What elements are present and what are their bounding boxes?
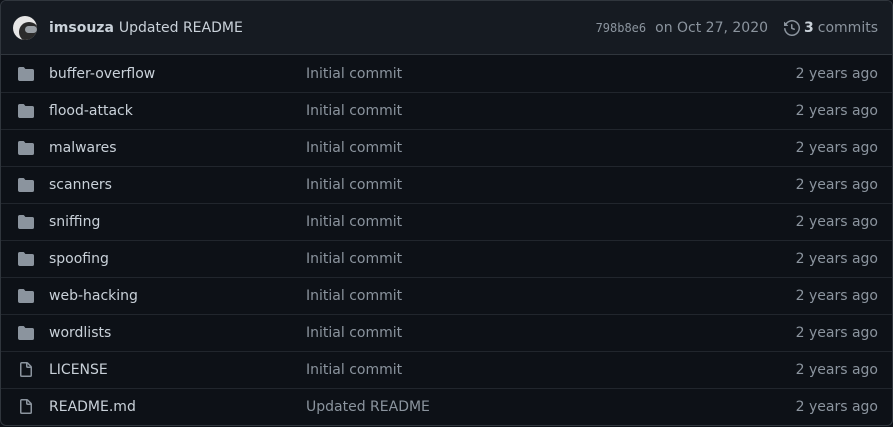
file-commit-age: 2 years ago: [795, 177, 878, 193]
file-commit-message-link[interactable]: Initial commit: [306, 66, 402, 82]
file-commit-message-link[interactable]: Initial commit: [306, 251, 402, 267]
file-row[interactable]: sniffing Initial commit 2 years ago: [1, 203, 892, 240]
folder-icon: [17, 177, 35, 193]
file-list: buffer-overflow Initial commit 2 years ago…: [1, 55, 892, 425]
file-commit-message-link[interactable]: Initial commit: [306, 288, 402, 304]
commit-author-link[interactable]: imsouza: [49, 20, 114, 36]
commit-count: 3: [804, 19, 814, 36]
file-commit-message-link[interactable]: Initial commit: [306, 177, 402, 193]
file-name-link[interactable]: LICENSE: [49, 362, 108, 378]
file-commit-age: 2 years ago: [795, 140, 878, 156]
file-commit-message-link[interactable]: Initial commit: [306, 140, 402, 156]
file-icon: [17, 362, 35, 378]
author-avatar[interactable]: [13, 15, 37, 40]
file-name-link[interactable]: wordlists: [49, 325, 111, 341]
commit-message-link[interactable]: Updated README: [119, 20, 243, 36]
file-name-link[interactable]: malwares: [49, 140, 117, 156]
file-icon: [17, 399, 35, 415]
folder-icon: [17, 214, 35, 230]
file-row[interactable]: README.md Updated README 2 years ago: [1, 388, 892, 425]
file-commit-age: 2 years ago: [795, 251, 878, 267]
file-commit-age: 2 years ago: [795, 325, 878, 341]
commits-label: commits: [817, 19, 878, 36]
file-commit-age: 2 years ago: [795, 65, 878, 82]
file-name-link[interactable]: buffer-overflow: [49, 66, 155, 82]
folder-icon: [17, 288, 35, 304]
file-commit-message-link[interactable]: Initial commit: [306, 214, 402, 230]
file-commit-age: 2 years ago: [795, 214, 878, 230]
file-commit-message-link[interactable]: Initial commit: [306, 325, 402, 341]
file-row[interactable]: malwares Initial commit 2 years ago: [1, 129, 892, 166]
folder-icon: [17, 66, 35, 82]
folder-icon: [17, 325, 35, 341]
file-commit-message-link[interactable]: Initial commit: [306, 362, 402, 378]
file-commit-message-link[interactable]: Updated README: [306, 399, 430, 415]
file-browser: imsouza Updated README 798b8e6 on Oct 27…: [0, 0, 893, 426]
commit-date: on Oct 27, 2020: [655, 19, 769, 36]
latest-commit-bar: imsouza Updated README 798b8e6 on Oct 27…: [1, 1, 892, 55]
commit-sha-link[interactable]: 798b8e6: [596, 21, 647, 35]
commits-history-link[interactable]: 3 commits: [784, 20, 878, 36]
file-name-link[interactable]: spoofing: [49, 251, 109, 267]
file-row[interactable]: scanners Initial commit 2 years ago: [1, 166, 892, 203]
folder-icon: [17, 140, 35, 156]
file-row[interactable]: flood-attack Initial commit 2 years ago: [1, 92, 892, 129]
file-name-link[interactable]: sniffing: [49, 214, 100, 230]
file-commit-age: 2 years ago: [795, 103, 878, 119]
file-commit-age: 2 years ago: [795, 399, 878, 415]
file-name-link[interactable]: scanners: [49, 177, 112, 193]
file-name-link[interactable]: flood-attack: [49, 103, 133, 119]
folder-icon: [17, 251, 35, 267]
history-icon: [784, 19, 800, 36]
file-commit-age: 2 years ago: [795, 362, 878, 378]
file-row[interactable]: buffer-overflow Initial commit 2 years ago: [1, 55, 892, 92]
file-name-link[interactable]: web-hacking: [49, 288, 138, 304]
file-row[interactable]: web-hacking Initial commit 2 years ago: [1, 277, 892, 314]
file-commit-message-link[interactable]: Initial commit: [306, 103, 402, 119]
folder-icon: [17, 103, 35, 119]
file-row[interactable]: spoofing Initial commit 2 years ago: [1, 240, 892, 277]
file-name-link[interactable]: README.md: [49, 399, 136, 415]
file-commit-age: 2 years ago: [795, 288, 878, 304]
file-row[interactable]: wordlists Initial commit 2 years ago: [1, 314, 892, 351]
file-row[interactable]: LICENSE Initial commit 2 years ago: [1, 351, 892, 388]
